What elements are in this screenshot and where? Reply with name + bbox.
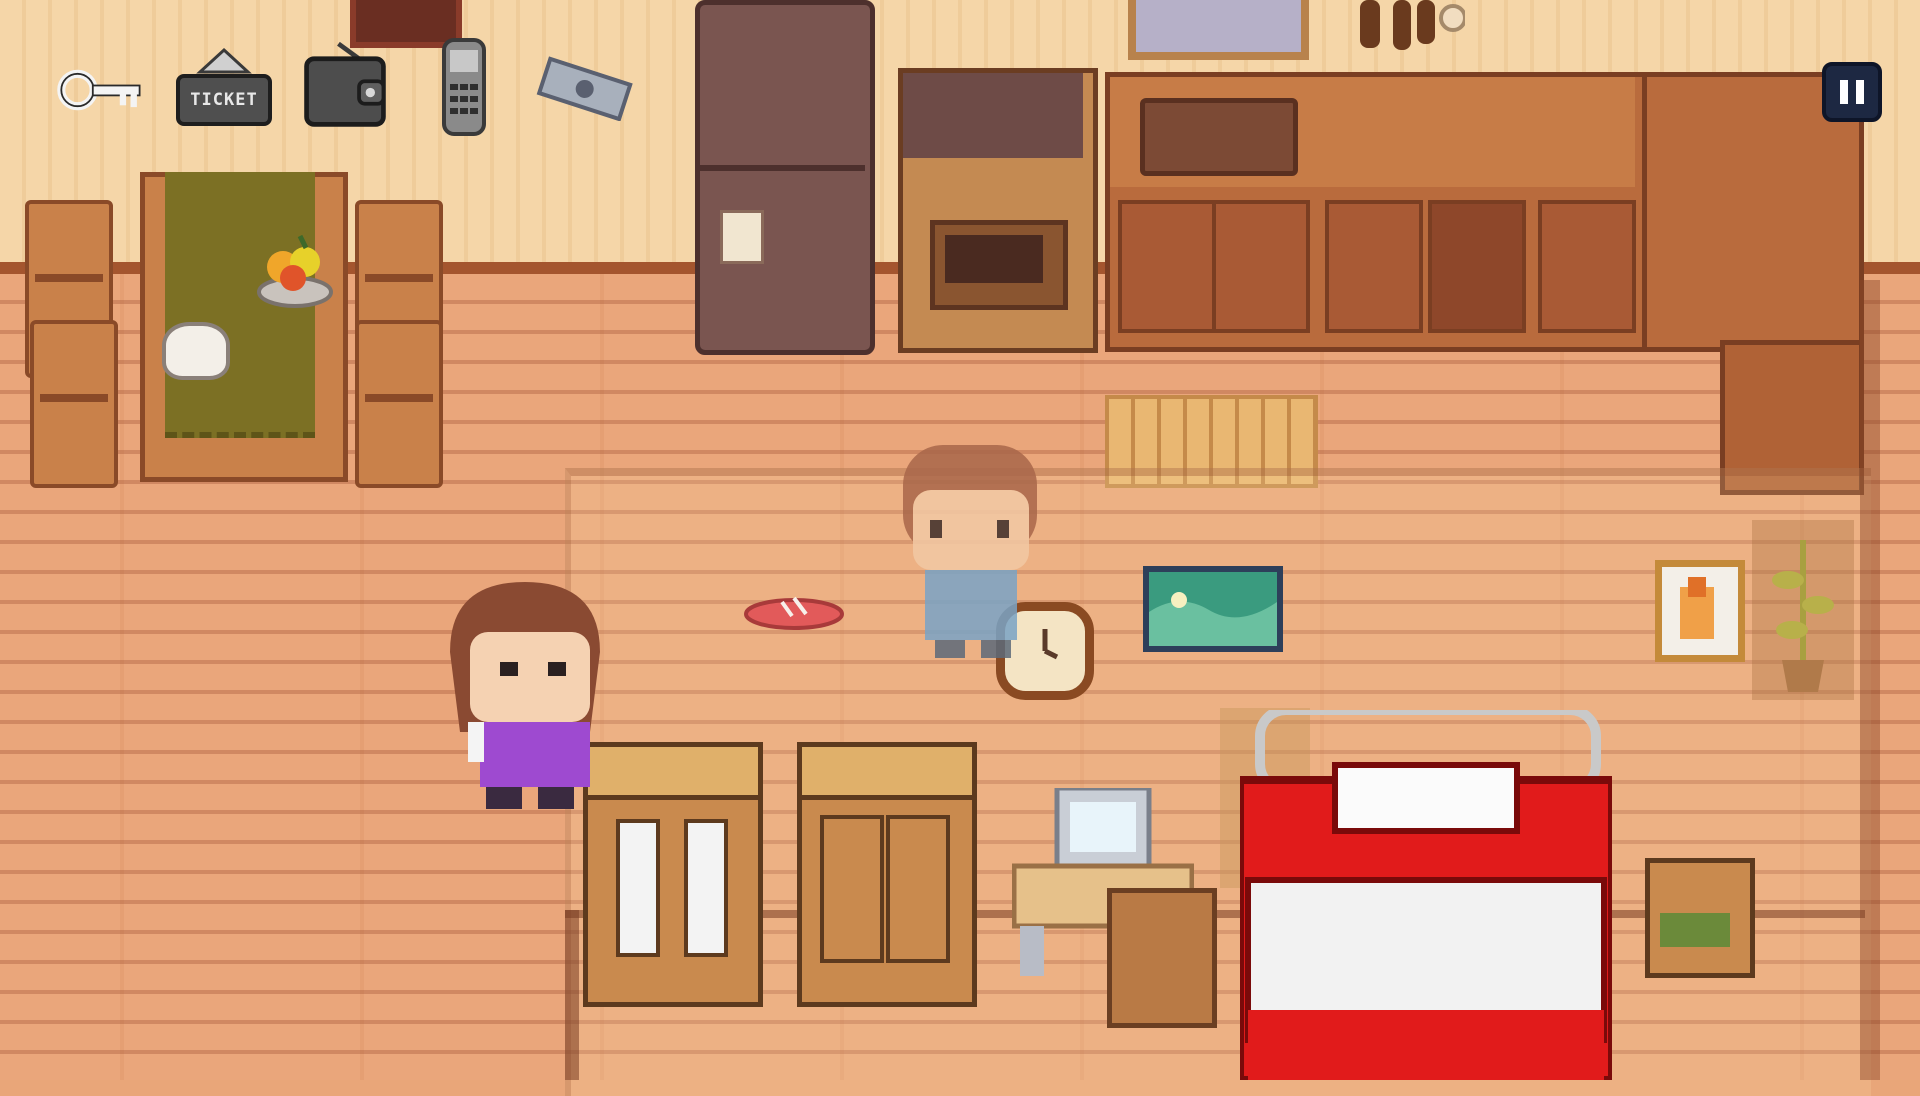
- teapot[interactable]: [162, 322, 230, 380]
- cabinet-door-1[interactable]: [1118, 200, 1216, 333]
- dining-chair-right-2[interactable]: [355, 320, 443, 488]
- wardrobe-wood[interactable]: [797, 742, 977, 1007]
- bedroom-right-wall: [1860, 280, 1880, 1080]
- stove-burners: [903, 73, 1083, 158]
- player-girl-character[interactable]: [440, 582, 610, 812]
- dining-chair-left-2[interactable]: [30, 320, 118, 488]
- potted-plant[interactable]: [1752, 520, 1854, 700]
- phone-icon[interactable]: [440, 38, 488, 136]
- oven-window: [945, 235, 1043, 283]
- wardrobe-mirror-right: [684, 819, 728, 957]
- vanity-chair[interactable]: [1107, 888, 1217, 1028]
- sandals-icon[interactable]: [742, 588, 847, 636]
- fridge-door-split: [700, 165, 865, 171]
- cabinet-door-2[interactable]: [1212, 200, 1310, 333]
- wallet-icon[interactable]: [300, 40, 390, 130]
- cabinet-door-3[interactable]: [1538, 200, 1636, 333]
- wardrobe-top: [797, 742, 977, 800]
- key-icon[interactable]: [55, 45, 145, 135]
- hanging-utensils-icon: [1360, 0, 1465, 50]
- cash-icon[interactable]: [535, 55, 635, 121]
- wardrobe-mirror-left: [616, 819, 660, 957]
- landscape-painting[interactable]: [1143, 566, 1283, 652]
- nightstand[interactable]: [1645, 858, 1755, 978]
- wardrobe-door-left: [820, 815, 884, 963]
- picture-frame[interactable]: [1655, 560, 1745, 662]
- fridge-note[interactable]: [720, 210, 764, 264]
- refrigerator[interactable]: [695, 0, 875, 355]
- pause-button[interactable]: [1822, 62, 1882, 122]
- kitchen-sink[interactable]: [1140, 98, 1298, 176]
- wardrobe-mirror[interactable]: [583, 742, 763, 1007]
- ticket-icon[interactable]: TICKET: [176, 42, 272, 132]
- drawer-stack[interactable]: [1325, 200, 1423, 333]
- nightstand-drawer: [1660, 913, 1730, 947]
- ticket-label: TICKET: [190, 90, 258, 110]
- ghost-boy-character[interactable]: [885, 445, 1055, 660]
- kitchen-window: [1128, 0, 1309, 60]
- red-bed[interactable]: [1240, 710, 1612, 1080]
- wardrobe-top: [583, 742, 763, 800]
- fruit-bowl-icon[interactable]: [255, 222, 335, 312]
- bedroom-left-wall: [565, 910, 579, 1080]
- wardrobe-door-right: [886, 815, 950, 963]
- dishwasher[interactable]: [1428, 200, 1526, 333]
